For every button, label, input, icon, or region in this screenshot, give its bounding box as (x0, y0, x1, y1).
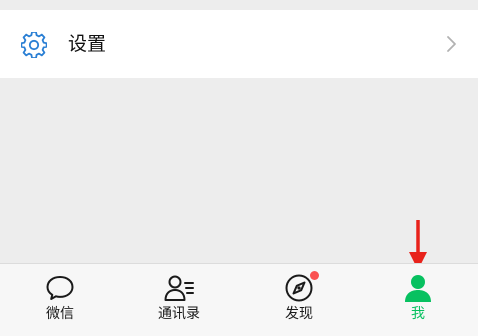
chevron-right-icon (447, 36, 456, 52)
settings-row[interactable]: 设置 (0, 10, 478, 78)
tab-me-label: 我 (411, 306, 425, 322)
settings-label: 设置 (68, 33, 107, 55)
top-divider-strip (0, 0, 478, 10)
tab-chats-label: 微信 (46, 306, 74, 322)
tab-contacts[interactable]: 通讯录 (129, 264, 229, 336)
person-icon (405, 275, 431, 302)
bottom-tab-bar: 微信 通讯录 发现 我 (0, 263, 478, 336)
tab-chats[interactable]: 微信 (10, 264, 110, 336)
tab-discover[interactable]: 发现 (249, 264, 349, 336)
chat-bubble-icon (46, 276, 74, 300)
tab-discover-label: 发现 (285, 306, 313, 322)
discover-badge-dot (310, 271, 319, 280)
gear-icon (21, 32, 47, 58)
tab-me[interactable]: 我 (368, 264, 468, 336)
tab-contacts-label: 通讯录 (158, 306, 200, 322)
contacts-icon (164, 275, 194, 301)
